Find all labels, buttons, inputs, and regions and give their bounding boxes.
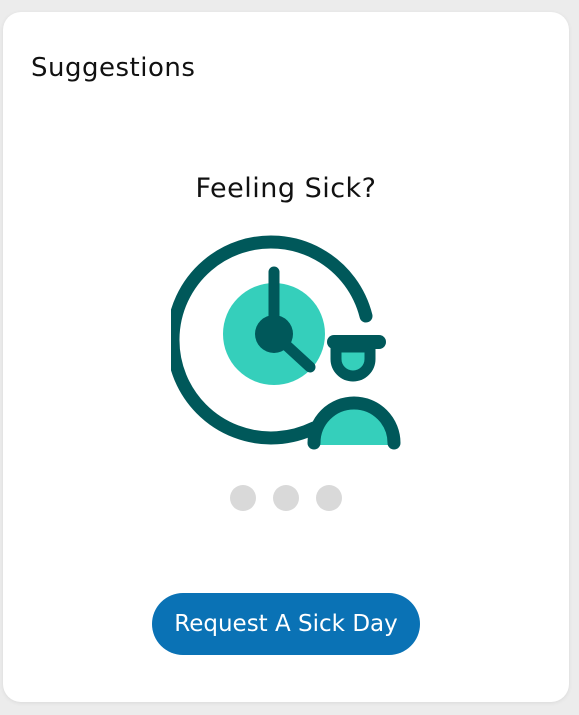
clock-center [255, 315, 293, 353]
card-title: Suggestions [31, 53, 196, 83]
slide-title: Feeling Sick? [195, 173, 377, 204]
request-sick-day-button[interactable]: Request A Sick Day [152, 593, 420, 655]
carousel-dot[interactable] [230, 485, 256, 511]
carousel-dot[interactable] [316, 485, 342, 511]
suggestions-card: Suggestions Feeling Sick? Request A Sick… [3, 12, 569, 702]
person-head [330, 341, 376, 382]
carousel-dot[interactable] [273, 485, 299, 511]
carousel-dots [3, 485, 569, 511]
clock-person-icon [171, 235, 401, 450]
